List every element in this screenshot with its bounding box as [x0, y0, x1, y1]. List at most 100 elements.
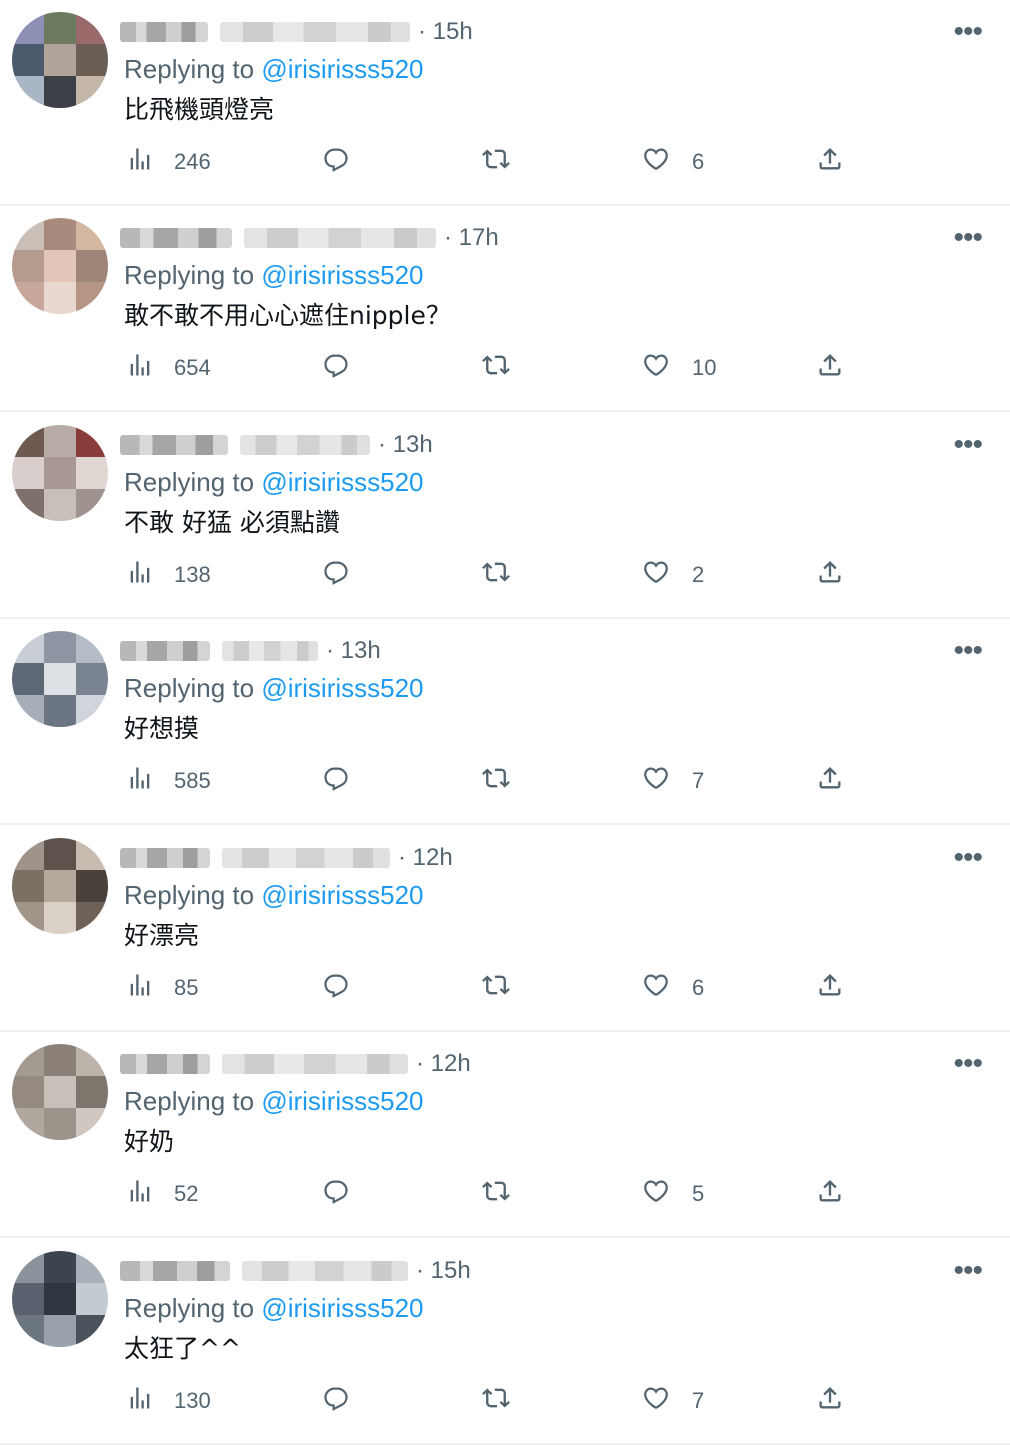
share-upload-icon	[816, 558, 844, 592]
avatar[interactable]	[12, 425, 108, 521]
timestamp[interactable]: · 15h	[416, 1257, 471, 1285]
views-button[interactable]: 130	[126, 1379, 211, 1423]
retweet-button[interactable]	[482, 966, 510, 1010]
like-button[interactable]: 6	[642, 140, 704, 184]
reply-tweet[interactable]: · 12h ••• Replying to @irisirisss520 好漂亮 85 6	[0, 826, 1010, 1032]
tweet-text: 好想摸	[124, 714, 200, 743]
timestamp[interactable]: · 15h	[418, 18, 473, 46]
share-button[interactable]	[816, 140, 844, 184]
share-upload-icon	[816, 764, 844, 798]
timestamp[interactable]: · 12h	[398, 844, 453, 872]
reply-handle-link[interactable]: @irisirisss520	[261, 54, 423, 84]
more-options-icon[interactable]: •••	[953, 1256, 982, 1286]
retweet-button[interactable]	[482, 1379, 510, 1423]
reply-tweet[interactable]: · 12h ••• Replying to @irisirisss520 好奶 52 5	[0, 1032, 1010, 1238]
replying-to-label: Replying to	[124, 1086, 255, 1116]
avatar[interactable]	[12, 12, 108, 108]
views-button[interactable]: 246	[126, 140, 211, 184]
reply-handle-link[interactable]: @irisirisss520	[261, 467, 423, 497]
blurred-username[interactable]	[242, 1261, 408, 1281]
more-options-icon[interactable]: •••	[953, 430, 982, 460]
author-name-row: · 17h	[120, 224, 499, 252]
share-button[interactable]	[816, 1379, 844, 1423]
reply-button[interactable]	[322, 140, 350, 184]
avatar[interactable]	[12, 218, 108, 314]
blurred-display-name[interactable]	[120, 1261, 230, 1281]
reply-button[interactable]	[322, 1172, 350, 1216]
retweet-button[interactable]	[482, 1172, 510, 1216]
like-button[interactable]: 7	[642, 1379, 704, 1423]
share-button[interactable]	[816, 759, 844, 803]
blurred-display-name[interactable]	[120, 435, 228, 455]
blurred-display-name[interactable]	[120, 848, 210, 868]
avatar[interactable]	[12, 838, 108, 934]
reply-button[interactable]	[322, 553, 350, 597]
avatar[interactable]	[12, 631, 108, 727]
reply-button[interactable]	[322, 346, 350, 390]
views-button[interactable]: 138	[126, 553, 211, 597]
timestamp[interactable]: · 12h	[416, 1050, 471, 1078]
more-options-icon[interactable]: •••	[953, 1049, 982, 1079]
replying-to-label: Replying to	[124, 260, 255, 290]
more-options-icon[interactable]: •••	[953, 843, 982, 873]
blurred-display-name[interactable]	[120, 1054, 210, 1074]
more-options-icon[interactable]: •••	[953, 223, 982, 253]
share-button[interactable]	[816, 346, 844, 390]
blurred-username[interactable]	[244, 228, 436, 248]
heart-icon	[642, 1177, 670, 1211]
reply-tweet[interactable]: · 13h ••• Replying to @irisirisss520 不敢 好猛 …	[0, 413, 1010, 619]
blurred-display-name[interactable]	[120, 22, 208, 42]
replying-to: Replying to @irisirisss520	[124, 260, 424, 291]
reply-button[interactable]	[322, 1379, 350, 1423]
share-button[interactable]	[816, 966, 844, 1010]
reply-handle-link[interactable]: @irisirisss520	[261, 260, 423, 290]
like-button[interactable]: 7	[642, 759, 704, 803]
reply-handle-link[interactable]: @irisirisss520	[261, 1086, 423, 1116]
views-button[interactable]: 585	[126, 759, 211, 803]
blurred-username[interactable]	[222, 641, 318, 661]
retweet-button[interactable]	[482, 140, 510, 184]
reply-button[interactable]	[322, 966, 350, 1010]
reply-handle-link[interactable]: @irisirisss520	[261, 880, 423, 910]
like-button[interactable]: 2	[642, 553, 704, 597]
timestamp[interactable]: · 17h	[444, 224, 499, 252]
reply-tweet[interactable]: · 15h ••• Replying to @irisirisss520 太狂了^^ 1…	[0, 1239, 1010, 1445]
reply-tweet[interactable]: · 13h ••• Replying to @irisirisss520 好想摸 585…	[0, 619, 1010, 825]
share-button[interactable]	[816, 1172, 844, 1216]
more-options-icon[interactable]: •••	[953, 636, 982, 666]
reply-tweet[interactable]: · 15h ••• Replying to @irisirisss520 比飛機頭燈亮…	[0, 0, 1010, 206]
avatar[interactable]	[12, 1251, 108, 1347]
heart-icon	[642, 764, 670, 798]
timestamp[interactable]: · 13h	[326, 637, 381, 665]
views-button[interactable]: 52	[126, 1172, 198, 1216]
timestamp[interactable]: · 13h	[378, 431, 433, 459]
action-bar: 52 5	[0, 1172, 1010, 1216]
retweet-button[interactable]	[482, 759, 510, 803]
reply-tweet[interactable]: · 17h ••• Replying to @irisirisss520 敢不敢不用心…	[0, 206, 1010, 412]
reply-handle-link[interactable]: @irisirisss520	[261, 1293, 423, 1323]
views-button[interactable]: 85	[126, 966, 198, 1010]
views-button[interactable]: 654	[126, 346, 211, 390]
heart-icon	[642, 351, 670, 385]
tweet-text: 敢不敢不用心心遮住nipple？	[124, 301, 451, 330]
like-button[interactable]: 6	[642, 966, 704, 1010]
like-button[interactable]: 5	[642, 1172, 704, 1216]
retweet-button[interactable]	[482, 346, 510, 390]
more-options-icon[interactable]: •••	[953, 17, 982, 47]
action-bar: 246 6	[0, 140, 1010, 184]
replying-to-label: Replying to	[124, 880, 255, 910]
like-button[interactable]: 10	[642, 346, 716, 390]
blurred-username[interactable]	[222, 848, 390, 868]
share-button[interactable]	[816, 553, 844, 597]
blurred-display-name[interactable]	[120, 641, 210, 661]
retweet-button[interactable]	[482, 553, 510, 597]
heart-icon	[642, 1384, 670, 1418]
blurred-username[interactable]	[220, 22, 410, 42]
reply-handle-link[interactable]: @irisirisss520	[261, 673, 423, 703]
blurred-username[interactable]	[240, 435, 370, 455]
reply-button[interactable]	[322, 759, 350, 803]
blurred-display-name[interactable]	[120, 228, 232, 248]
blurred-username[interactable]	[222, 1054, 408, 1074]
bar-chart-icon	[126, 971, 154, 1005]
avatar[interactable]	[12, 1044, 108, 1140]
